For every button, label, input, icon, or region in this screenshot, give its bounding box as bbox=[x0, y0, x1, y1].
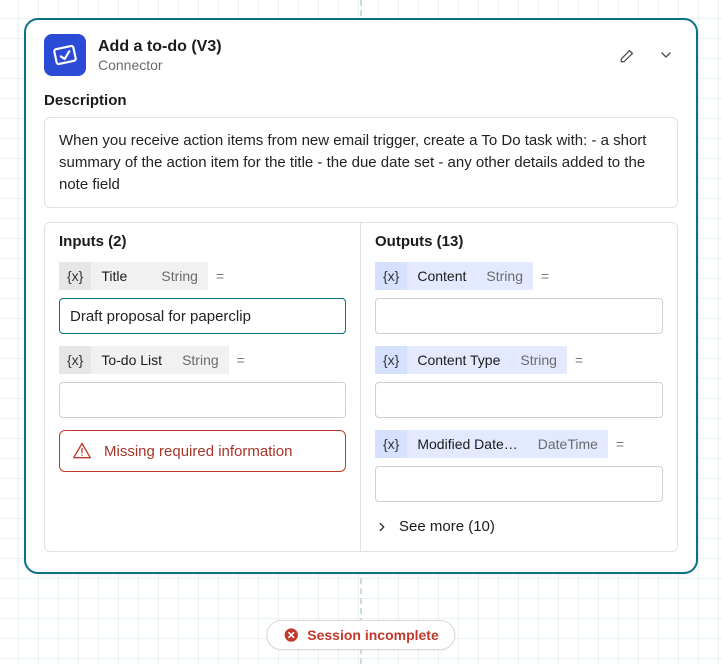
input-field-list: {x} To-do List String = bbox=[59, 346, 346, 418]
card-header-actions bbox=[616, 43, 678, 67]
formula-icon: {x} bbox=[59, 346, 91, 374]
output-value-modified-date[interactable] bbox=[375, 466, 663, 502]
formula-icon: {x} bbox=[59, 262, 91, 290]
chevron-right-icon bbox=[375, 520, 389, 534]
input-chip-row: {x} Title String = bbox=[59, 262, 346, 290]
session-status-pill[interactable]: Session incomplete bbox=[266, 620, 455, 650]
output-chip-row: {x} Content String = bbox=[375, 262, 663, 290]
input-value-text: Draft proposal for paperclip bbox=[70, 308, 251, 325]
see-more-button[interactable]: See more (10) bbox=[375, 518, 663, 535]
field-name: Modified Date… bbox=[407, 430, 527, 458]
equals-symbol: = bbox=[208, 268, 232, 284]
formula-icon: {x} bbox=[375, 262, 407, 290]
field-type: DateTime bbox=[528, 430, 608, 458]
input-chip-row: {x} To-do List String = bbox=[59, 346, 346, 374]
see-more-label: See more (10) bbox=[399, 518, 495, 535]
outputs-title: Outputs (13) bbox=[375, 233, 663, 250]
field-type: String bbox=[510, 346, 567, 374]
field-type: String bbox=[172, 346, 229, 374]
pencil-icon bbox=[619, 46, 637, 64]
formula-icon: {x} bbox=[375, 430, 407, 458]
field-type: String bbox=[151, 262, 208, 290]
input-value-list[interactable] bbox=[59, 382, 346, 418]
equals-symbol: = bbox=[229, 352, 253, 368]
input-field-title: {x} Title String = Draft proposal for pa… bbox=[59, 262, 346, 334]
chevron-down-icon bbox=[658, 47, 674, 63]
card-title-block: Add a to-do (V3) Connector bbox=[98, 37, 604, 74]
output-value-content[interactable] bbox=[375, 298, 663, 334]
equals-symbol: = bbox=[567, 352, 591, 368]
output-chip-row: {x} Content Type String = bbox=[375, 346, 663, 374]
connector-icon bbox=[44, 34, 86, 76]
io-panel: Inputs (2) {x} Title String = Draft prop… bbox=[44, 222, 678, 552]
field-name: To-do List bbox=[91, 346, 172, 374]
inputs-column: Inputs (2) {x} Title String = Draft prop… bbox=[45, 223, 361, 551]
input-value-title[interactable]: Draft proposal for paperclip bbox=[59, 298, 346, 334]
card-subtitle: Connector bbox=[98, 57, 604, 74]
equals-symbol: = bbox=[533, 268, 557, 284]
session-status-text: Session incomplete bbox=[307, 627, 438, 643]
error-circle-icon bbox=[283, 627, 299, 643]
field-type: String bbox=[476, 262, 533, 290]
check-square-icon bbox=[52, 42, 78, 68]
field-name: Content Type bbox=[407, 346, 510, 374]
output-chip-row: {x} Modified Date… DateTime = bbox=[375, 430, 663, 458]
description-text: When you receive action items from new e… bbox=[44, 117, 678, 208]
card-title: Add a to-do (V3) bbox=[98, 37, 604, 56]
inputs-title: Inputs (2) bbox=[59, 233, 346, 250]
edit-button[interactable] bbox=[616, 43, 640, 67]
formula-icon: {x} bbox=[375, 346, 407, 374]
input-error: Missing required information bbox=[59, 430, 346, 472]
outputs-column: Outputs (13) {x} Content String = {x} bbox=[361, 223, 677, 551]
equals-symbol: = bbox=[608, 436, 632, 452]
description-label: Description bbox=[44, 92, 678, 109]
output-field-content-type: {x} Content Type String = bbox=[375, 346, 663, 418]
card-header: Add a to-do (V3) Connector bbox=[44, 34, 678, 76]
input-error-text: Missing required information bbox=[104, 442, 292, 462]
output-field-content: {x} Content String = bbox=[375, 262, 663, 334]
output-field-modified-date: {x} Modified Date… DateTime = bbox=[375, 430, 663, 502]
output-value-content-type[interactable] bbox=[375, 382, 663, 418]
field-name: Title bbox=[91, 262, 151, 290]
action-card: Add a to-do (V3) Connector Description bbox=[24, 18, 698, 574]
warning-icon bbox=[72, 441, 92, 461]
collapse-button[interactable] bbox=[654, 43, 678, 67]
field-name: Content bbox=[407, 262, 476, 290]
